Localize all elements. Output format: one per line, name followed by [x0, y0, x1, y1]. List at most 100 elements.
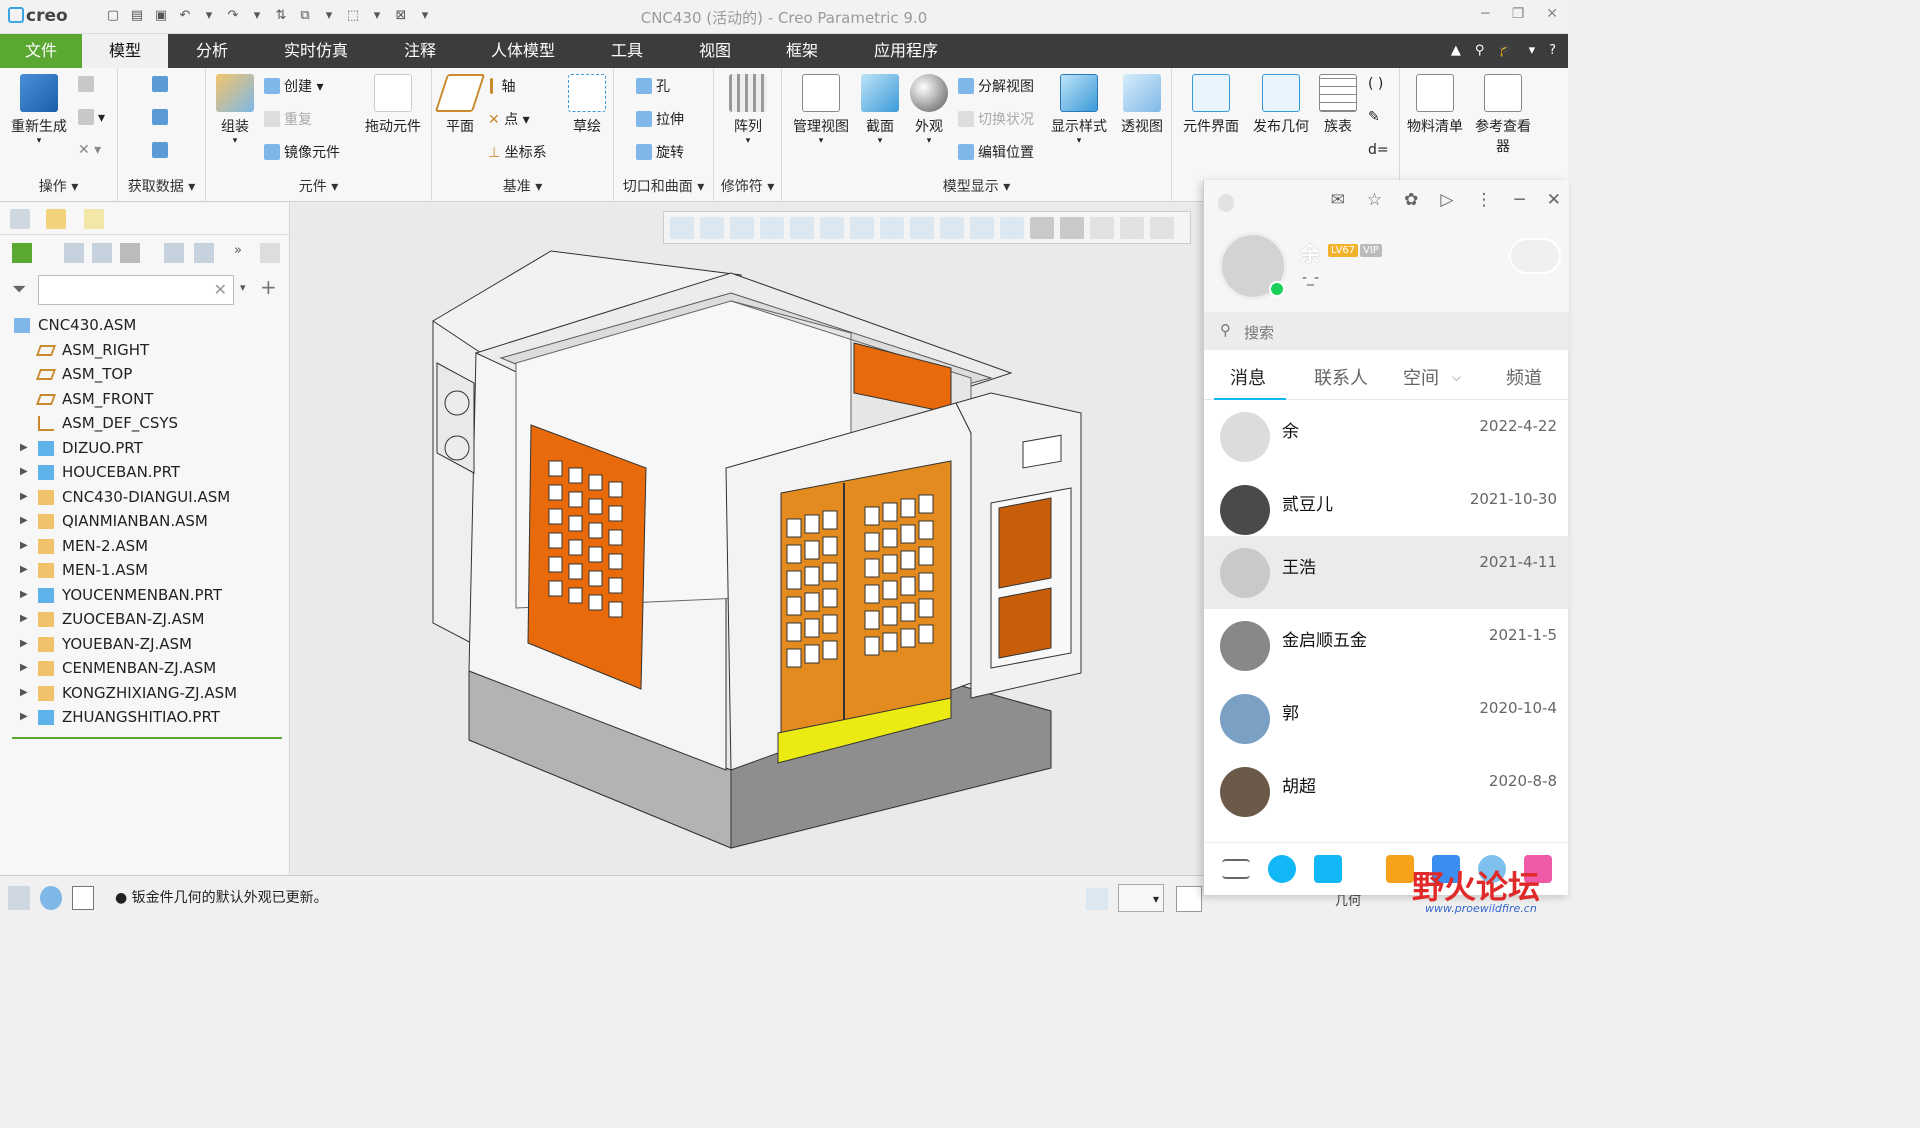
user-name[interactable]: 余	[1300, 238, 1320, 267]
regenerate-button[interactable]: 重新生成 ▾	[6, 74, 72, 146]
tree-item[interactable]: ▶ CENMENBAN-ZJ.ASM	[0, 656, 290, 681]
tab-channels[interactable]: 频道	[1506, 364, 1542, 390]
show-tree-icon[interactable]	[64, 243, 84, 263]
shrinkwrap-icon[interactable]	[152, 142, 172, 159]
chevron-down-icon[interactable]: ⌵	[1452, 370, 1461, 385]
show-navigator-icon[interactable]	[8, 886, 30, 910]
group-label[interactable]: 切口和曲面 ▾	[614, 176, 713, 196]
tree-search-input[interactable]: ✕	[38, 275, 234, 305]
mail-icon[interactable]: ✉	[1331, 190, 1345, 210]
folder-browser-tab-icon[interactable]	[46, 209, 66, 229]
manage-views-button[interactable]: 管理视图 ▾	[788, 74, 854, 146]
tab-analysis[interactable]: 分析	[168, 34, 256, 68]
axis-button[interactable]: 轴	[490, 76, 515, 96]
edit-position-button[interactable]: 编辑位置	[958, 142, 1034, 162]
find-button[interactable]: ▾	[1118, 884, 1164, 912]
expand-arrow-icon[interactable]: ▶	[20, 681, 28, 706]
tab-model[interactable]: 模型	[82, 34, 168, 68]
parameters-icon[interactable]: ✎	[1368, 109, 1380, 125]
bom-button[interactable]: 物料清单	[1402, 74, 1468, 136]
group-label[interactable]: 模型显示 ▾	[782, 176, 1171, 196]
list-item[interactable]: 胡超 2020-8-8	[1204, 755, 1569, 828]
tab-simulation[interactable]: 实时仿真	[256, 34, 376, 68]
preview-icon[interactable]	[260, 243, 280, 263]
toggle-status-button[interactable]: 切换状况	[958, 109, 1034, 129]
group-label[interactable]: 元件 ▾	[206, 176, 431, 196]
sketch-button[interactable]: 草绘	[566, 74, 608, 136]
help-icon[interactable]: ?	[1549, 43, 1556, 58]
switch-dimensions-icon[interactable]: d=	[1368, 142, 1389, 158]
full-screen-icon[interactable]	[72, 886, 94, 910]
appearance-button[interactable]: 外观 ▾	[908, 74, 950, 146]
browser-icon[interactable]	[40, 886, 62, 910]
list-item[interactable]: 金启顺五金 2021-1-5	[1204, 609, 1569, 682]
video-icon[interactable]: ▷	[1440, 190, 1453, 210]
insert-here-indicator[interactable]	[12, 737, 282, 739]
expand-arrow-icon[interactable]: ▶	[20, 705, 28, 730]
tree-item[interactable]: ▶ KONGZHIXIANG-ZJ.ASM	[0, 681, 290, 706]
more-icon[interactable]: »	[234, 243, 254, 263]
dropdown-icon[interactable]: ▾	[1529, 43, 1536, 58]
copy-icon[interactable]	[78, 76, 98, 93]
add-icon[interactable]: +	[260, 275, 277, 299]
paste-icon[interactable]: ▾	[78, 109, 105, 126]
expand-arrow-icon[interactable]: ▶	[20, 509, 28, 534]
tab-contacts[interactable]: 联系人	[1314, 364, 1368, 390]
repeat-button[interactable]: 重复	[264, 109, 312, 129]
expand-arrow-icon[interactable]: ▶	[20, 607, 28, 632]
search-icon[interactable]: ⚲	[1475, 43, 1485, 58]
main-menu-icon[interactable]	[1222, 859, 1250, 879]
weather-icon[interactable]	[1509, 238, 1561, 274]
restore-icon[interactable]: ❐	[1512, 6, 1525, 22]
list-item[interactable]: 王浩 2021-4-11	[1204, 536, 1569, 609]
user-defined-feature-icon[interactable]	[152, 76, 172, 93]
tab-space[interactable]: 空间	[1403, 364, 1439, 390]
expand-arrow-icon[interactable]: ▶	[20, 632, 28, 657]
group-label[interactable]: 操作 ▾	[0, 176, 117, 196]
tree-item[interactable]: ASM_RIGHT	[0, 338, 290, 363]
tab-tools[interactable]: 工具	[582, 34, 672, 68]
expand-arrow-icon[interactable]: ▶	[20, 436, 28, 461]
display-style-button[interactable]: 显示样式 ▾	[1048, 74, 1110, 146]
file-transfer-icon[interactable]	[1314, 855, 1342, 883]
tree-settings-icon[interactable]	[12, 243, 32, 263]
tab-manikin[interactable]: 人体模型	[464, 34, 582, 68]
clear-icon[interactable]: ✕	[214, 280, 227, 299]
vip-badge[interactable]: VIP	[1360, 244, 1382, 257]
perspective-button[interactable]: 透视图	[1116, 74, 1168, 136]
section-button[interactable]: 截面 ▾	[858, 74, 902, 146]
expand-icon[interactable]	[92, 243, 112, 263]
selection-icon[interactable]	[1176, 886, 1202, 912]
minimize-icon[interactable]: ─	[1515, 190, 1525, 210]
expand-arrow-icon[interactable]: ▶	[20, 656, 28, 681]
drag-component-button[interactable]: 拖动元件	[358, 74, 428, 136]
pattern-button[interactable]: 阵列 ▾	[726, 74, 770, 146]
point-button[interactable]: ✕ 点 ▾	[488, 109, 530, 129]
filter-tree-icon[interactable]	[164, 243, 184, 263]
tree-columns-icon[interactable]	[120, 243, 140, 263]
plane-button[interactable]: 平面	[434, 74, 486, 136]
tab-annotate[interactable]: 注释	[376, 34, 464, 68]
graphics-window[interactable]	[291, 203, 1203, 875]
hole-button[interactable]: 孔	[636, 76, 670, 96]
expand-arrow-icon[interactable]: ▶	[20, 485, 28, 510]
filter-icon[interactable]: ⏷	[12, 279, 26, 300]
expand-arrow-icon[interactable]: ▶	[20, 558, 28, 583]
expand-arrow-icon[interactable]: ▶	[20, 534, 28, 559]
expand-arrow-icon[interactable]: ▶	[20, 460, 28, 485]
star-icon[interactable]: ☆	[1367, 190, 1382, 210]
close-icon[interactable]: ✕	[1547, 190, 1561, 210]
tab-file[interactable]: 文件	[0, 34, 82, 68]
delete-icon[interactable]: ✕ ▾	[78, 142, 101, 158]
tree-item[interactable]: ▶ YOUEBAN-ZJ.ASM	[0, 632, 290, 657]
tree-root[interactable]: CNC430.ASM	[0, 313, 290, 338]
tree-item[interactable]: ▶ HOUCEBAN.PRT	[0, 460, 290, 485]
tree-item[interactable]: ASM_DEF_CSYS	[0, 411, 290, 436]
game-icon[interactable]	[1386, 855, 1414, 883]
close-icon[interactable]: ✕	[1546, 6, 1558, 22]
tree-item[interactable]: ASM_FRONT	[0, 387, 290, 412]
search-dropdown-icon[interactable]: ▾	[240, 281, 246, 294]
list-item[interactable]: 余 2022-4-22	[1204, 400, 1569, 473]
relations-icon[interactable]: ( )	[1368, 76, 1383, 92]
layers-icon[interactable]	[194, 243, 214, 263]
